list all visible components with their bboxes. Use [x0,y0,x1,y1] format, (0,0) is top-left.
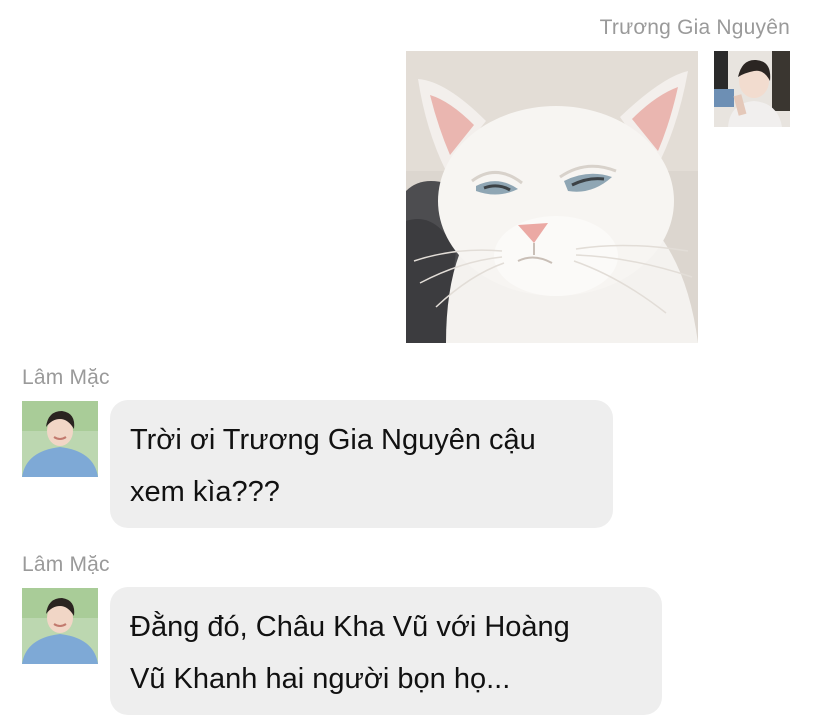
cat-image [406,51,698,343]
message-line: Đằng đó, Châu Kha Vũ với Hoàng [130,611,570,643]
avatar[interactable] [22,588,98,664]
avatar-image [714,51,790,127]
avatar[interactable] [22,401,98,477]
avatar[interactable] [714,51,790,127]
shared-cat-photo[interactable] [406,51,698,343]
avatar-image [22,588,98,664]
sender-name: Lâm Mặc [22,366,110,389]
avatar-image [22,401,98,477]
message-bubble[interactable]: Trời ơi Trương Gia Nguyên cậu xem kìa??? [110,400,613,528]
message-line: Vũ Khanh hai người bọn họ... [130,663,511,695]
sender-name: Trương Gia Nguyên [599,16,790,39]
message-bubble[interactable]: Đằng đó, Châu Kha Vũ với Hoàng Vũ Khanh … [110,587,662,715]
sender-name: Lâm Mặc [22,553,110,576]
message-line: Trời ơi Trương Gia Nguyên cậu [130,424,536,456]
message-line: xem kìa??? [130,476,280,508]
